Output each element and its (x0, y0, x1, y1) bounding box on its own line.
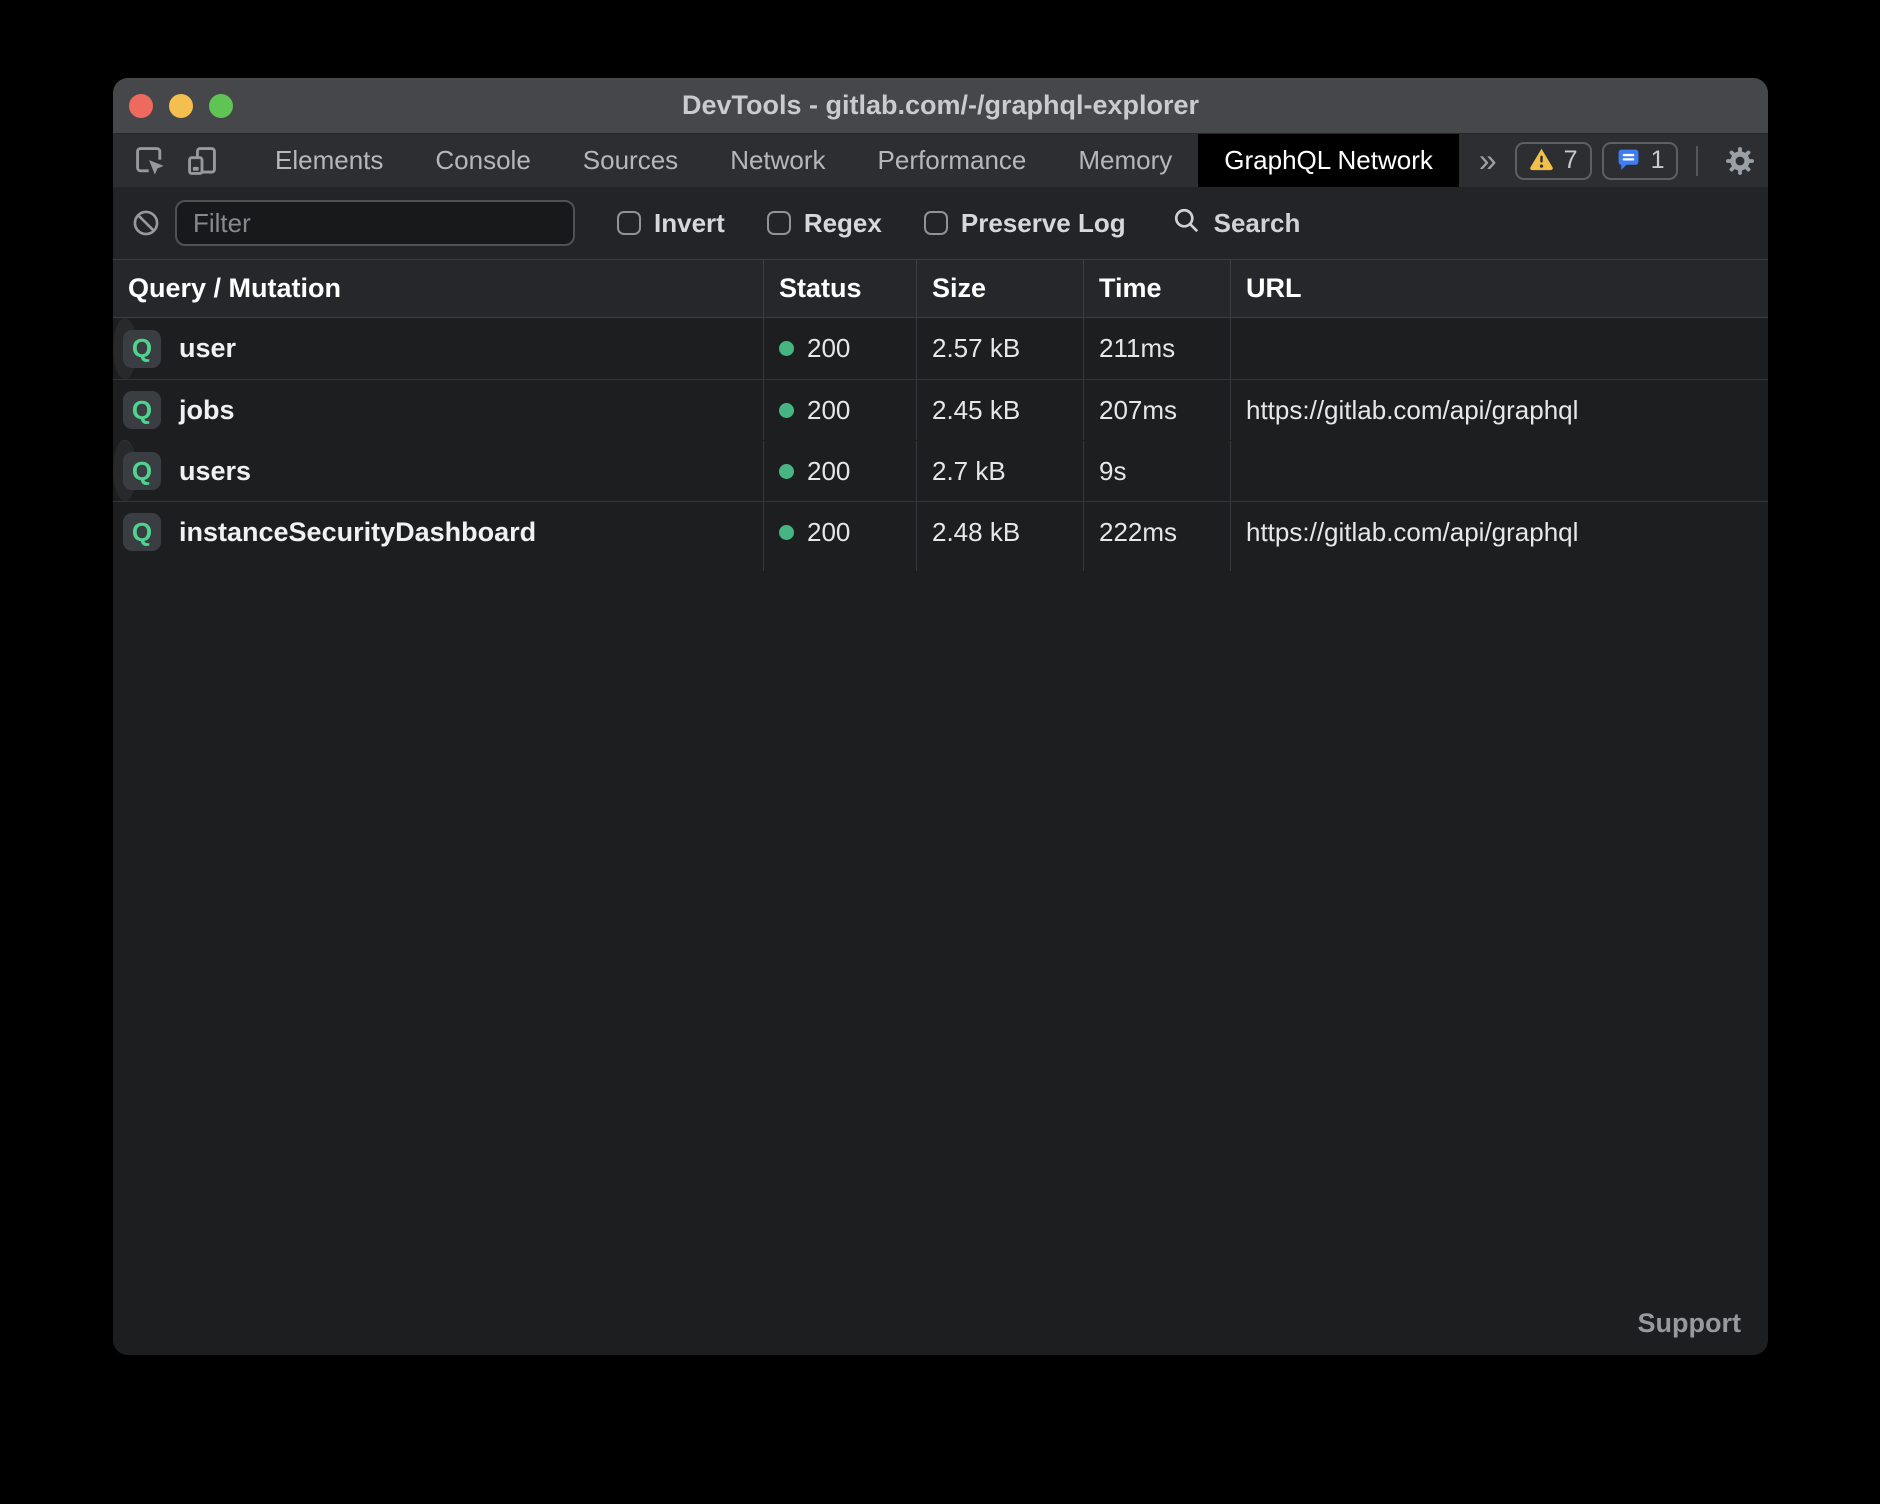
size-cell: 2.7 kB (916, 441, 1083, 501)
message-icon (1616, 146, 1641, 176)
tab-elements[interactable]: Elements (249, 134, 409, 187)
tab-graphql-network[interactable]: GraphQL Network (1198, 134, 1459, 187)
tab-list: ElementsConsoleSourcesNetworkPerformance… (249, 134, 1459, 187)
request-name: user (179, 333, 236, 364)
settings-gear-icon[interactable] (1716, 145, 1764, 177)
tab-memory[interactable]: Memory (1052, 134, 1198, 187)
column-header-query-mutation[interactable]: Query / Mutation (113, 260, 763, 317)
status-cell: 200 (763, 441, 916, 501)
status-ok-dot-icon (779, 464, 794, 479)
table-body: Quser2002.57 kB211mshttps://gitlab.com/a… (113, 318, 1768, 562)
status-cell: 200 (763, 380, 916, 440)
tab-console[interactable]: Console (409, 134, 556, 187)
request-name: jobs (179, 395, 235, 426)
controls-separator (1696, 146, 1698, 176)
filter-options: Invert Regex Preserve Log (575, 208, 1126, 239)
status-code: 200 (807, 333, 850, 364)
request-row-users[interactable]: Qusers2002.7 kB9shttps://gitlab.com/api/… (113, 440, 137, 501)
request-row-jobs[interactable]: Qjobs 200 2.45 kB207mshttps://gitlab.com/a… (113, 379, 1768, 440)
device-toolbar-icon[interactable] (185, 144, 219, 178)
issues-badge[interactable]: 1 (1602, 142, 1679, 180)
clear-block-icon[interactable] (131, 208, 161, 238)
status-cell: 200 (763, 502, 916, 562)
query-type-badge: Q (123, 452, 161, 490)
status-ok-dot-icon (779, 341, 794, 356)
traffic-lights (129, 94, 233, 118)
query-type-badge: Q (123, 330, 161, 368)
status-cell: 200 (763, 318, 916, 379)
size-cell: 2.48 kB (916, 502, 1083, 562)
regex-checkbox[interactable] (767, 211, 791, 235)
tool-icons (113, 134, 225, 187)
url-cell: https://gitlab.com/api/graphql (1230, 502, 1768, 562)
status-code: 200 (807, 395, 850, 426)
filter-option-regex[interactable]: Regex (767, 208, 882, 239)
status-ok-dot-icon (779, 403, 794, 418)
minimize-window-button[interactable] (169, 94, 193, 118)
request-row-instancesecuritydashboard[interactable]: QinstanceSecurityDashboard 200 2.48 kB222m… (113, 501, 1768, 562)
request-list-empty-area: Support (113, 571, 1768, 1355)
url-cell: https://gitlab.com/api/graphql (1230, 380, 1768, 440)
request-row-user[interactable]: Quser2002.57 kB211mshttps://gitlab.com/a… (113, 318, 137, 379)
time-cell: 211ms (1083, 318, 1230, 379)
preserve-log-checkbox-label: Preserve Log (961, 208, 1126, 239)
column-header-url[interactable]: URL (1230, 260, 1768, 317)
warnings-badge[interactable]: 7 (1515, 142, 1592, 180)
request-name: instanceSecurityDashboard (179, 517, 536, 548)
desktop-background: DevTools - gitlab.com/-/graphql-explorer (0, 0, 1880, 1504)
more-tabs-chevron-icon[interactable]: » (1459, 134, 1515, 187)
zoom-window-button[interactable] (209, 94, 233, 118)
invert-checkbox-label: Invert (654, 208, 725, 239)
request-name: users (179, 456, 251, 487)
status-code: 200 (807, 517, 850, 548)
query-type-badge: Q (123, 513, 161, 551)
column-header-size[interactable]: Size (916, 260, 1083, 317)
regex-checkbox-label: Regex (804, 208, 882, 239)
preserve-log-checkbox[interactable] (924, 211, 948, 235)
size-cell: 2.57 kB (916, 318, 1083, 379)
devtools-window: DevTools - gitlab.com/-/graphql-explorer (113, 78, 1768, 1355)
search-icon (1172, 206, 1201, 240)
status-code: 200 (807, 456, 850, 487)
column-divider-tail (113, 562, 1768, 571)
size-cell: 2.45 kB (916, 380, 1083, 440)
warning-icon (1529, 146, 1554, 176)
filter-option-invert[interactable]: Invert (617, 208, 725, 239)
window-titlebar[interactable]: DevTools - gitlab.com/-/graphql-explorer (113, 78, 1768, 133)
query-type-badge: Q (123, 391, 161, 429)
devtools-tabbar: ElementsConsoleSourcesNetworkPerformance… (113, 133, 1768, 187)
search-label: Search (1214, 208, 1301, 239)
time-cell: 9s (1083, 441, 1230, 501)
close-window-button[interactable] (129, 94, 153, 118)
tab-network[interactable]: Network (704, 134, 851, 187)
url-cell: https://gitlab.com/api/graphql (1230, 318, 1246, 379)
query-cell: Qjobs (113, 380, 763, 440)
inspect-element-icon[interactable] (133, 144, 167, 178)
tab-performance[interactable]: Performance (852, 134, 1053, 187)
url-cell: https://gitlab.com/api/graphql (1230, 441, 1246, 501)
filter-option-preserve-log[interactable]: Preserve Log (924, 208, 1126, 239)
query-cell: Qusers (113, 441, 763, 501)
warnings-count: 7 (1564, 146, 1578, 175)
query-cell: QinstanceSecurityDashboard (113, 502, 763, 562)
table-header: Query / MutationStatusSizeTimeURL (113, 259, 1768, 318)
status-ok-dot-icon (779, 525, 794, 540)
support-link[interactable]: Support (1638, 1308, 1741, 1339)
network-filter-bar: Invert Regex Preserve Log Search (113, 187, 1768, 259)
column-header-time[interactable]: Time (1083, 260, 1230, 317)
invert-checkbox[interactable] (617, 211, 641, 235)
tab-sources[interactable]: Sources (557, 134, 704, 187)
time-cell: 222ms (1083, 502, 1230, 562)
search-button[interactable]: Search (1172, 206, 1301, 240)
filter-input[interactable] (175, 200, 575, 246)
column-header-status[interactable]: Status (763, 260, 916, 317)
query-cell: Quser (113, 318, 763, 379)
tabbar-right-controls: 7 1 (1515, 134, 1768, 187)
issues-count: 1 (1651, 146, 1665, 175)
window-title: DevTools - gitlab.com/-/graphql-explorer (682, 90, 1199, 121)
time-cell: 207ms (1083, 380, 1230, 440)
